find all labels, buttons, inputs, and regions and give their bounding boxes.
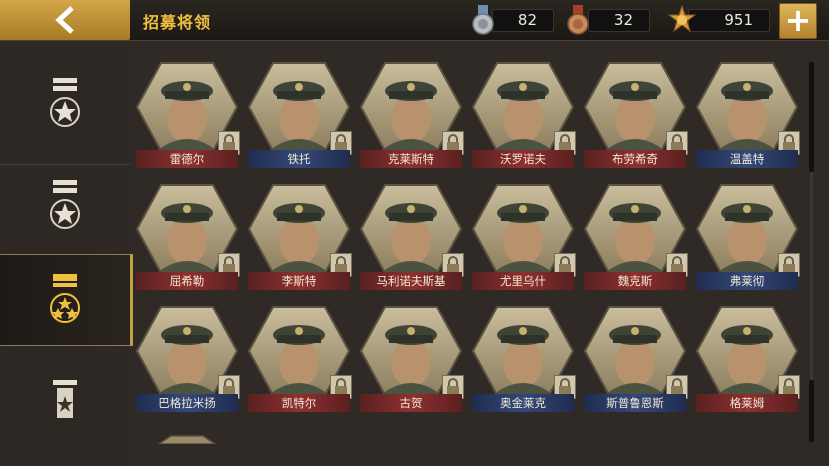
general-name: 凯特尔 bbox=[248, 394, 350, 412]
general-name: 雷德尔 bbox=[136, 150, 238, 168]
scrollbar-thumb[interactable] bbox=[809, 62, 814, 172]
rank-tab-4[interactable] bbox=[0, 359, 130, 449]
bronze-medal-icon bbox=[567, 5, 589, 35]
rank-tab-3[interactable] bbox=[0, 254, 133, 346]
general-name: 李斯特 bbox=[248, 272, 350, 290]
general-name: 沃罗诺夫 bbox=[472, 150, 574, 168]
single-star-badge-icon bbox=[53, 380, 77, 418]
top-bar: 招募将领 82 32 951 + bbox=[0, 0, 829, 41]
general-name: 奥金莱克 bbox=[472, 394, 574, 412]
general-name: 巴格拉米扬 bbox=[136, 394, 238, 412]
general-card[interactable]: 马利诺夫斯基 bbox=[359, 183, 464, 291]
general-name: 古贺 bbox=[360, 394, 462, 412]
general-card[interactable]: 铁托 bbox=[247, 61, 352, 169]
general-card[interactable]: 屈希勒 bbox=[135, 183, 240, 291]
three-star-badge-icon bbox=[50, 274, 80, 323]
general-card[interactable]: 魏克斯 bbox=[583, 183, 688, 291]
general-card[interactable]: 奥金莱克 bbox=[471, 305, 576, 413]
silver-medal-icon bbox=[472, 5, 494, 35]
general-name: 克莱斯特 bbox=[360, 150, 462, 168]
general-name: 弗莱彻 bbox=[696, 272, 798, 290]
back-button[interactable] bbox=[0, 0, 130, 40]
general-name: 布劳希奇 bbox=[584, 150, 686, 168]
general-card-partial bbox=[156, 429, 218, 448]
general-card[interactable]: 斯普鲁恩斯 bbox=[583, 305, 688, 413]
general-card[interactable]: 布劳希奇 bbox=[583, 61, 688, 169]
general-name: 魏克斯 bbox=[584, 272, 686, 290]
resource-bronze-medal: 32 bbox=[588, 9, 650, 32]
star-wreath-badge-icon bbox=[50, 78, 80, 127]
general-name: 马利诺夫斯基 bbox=[360, 272, 462, 290]
chevron-left-icon bbox=[55, 6, 74, 34]
generals-grid: 雷德尔 铁托 克莱斯特 沃罗诺夫 布劳希奇 温盖特屈希勒 李斯特 马利诺夫斯基 尤里乌什 魏克斯弗… bbox=[130, 41, 810, 466]
gold-star-badge-icon bbox=[668, 5, 696, 33]
add-resource-button[interactable]: + bbox=[779, 1, 817, 39]
general-card[interactable]: 格莱姆 bbox=[695, 305, 800, 413]
general-card[interactable]: 凯特尔 bbox=[247, 305, 352, 413]
rank-tab-2[interactable] bbox=[0, 161, 130, 251]
general-name: 温盖特 bbox=[696, 150, 798, 168]
resource-silver-medal: 82 bbox=[492, 9, 554, 32]
general-card[interactable]: 雷德尔 bbox=[135, 61, 240, 169]
general-name: 斯普鲁恩斯 bbox=[584, 394, 686, 412]
general-card[interactable]: 李斯特 bbox=[247, 183, 352, 291]
resource-value: 951 bbox=[724, 11, 753, 29]
general-card[interactable]: 沃罗诺夫 bbox=[471, 61, 576, 169]
page-title: 招募将领 bbox=[143, 13, 212, 32]
general-card[interactable]: 弗莱彻 bbox=[695, 183, 800, 291]
general-card[interactable]: 巴格拉米扬 bbox=[135, 305, 240, 413]
resource-gold-badge: 951 bbox=[688, 9, 770, 32]
general-card[interactable]: 克莱斯特 bbox=[359, 61, 464, 169]
scrollbar-thumb-lower bbox=[809, 380, 814, 442]
general-name: 尤里乌什 bbox=[472, 272, 574, 290]
star-wreath-badge-icon bbox=[50, 180, 80, 229]
general-name: 屈希勒 bbox=[136, 272, 238, 290]
resource-value: 82 bbox=[517, 11, 537, 29]
general-card[interactable]: 古贺 bbox=[359, 305, 464, 413]
general-name: 铁托 bbox=[248, 150, 350, 168]
rank-tab-1[interactable] bbox=[0, 59, 130, 149]
resource-value: 32 bbox=[613, 11, 633, 29]
general-card[interactable]: 温盖特 bbox=[695, 61, 800, 169]
general-name: 格莱姆 bbox=[696, 394, 798, 412]
plus-icon: + bbox=[784, 1, 812, 39]
general-card[interactable]: 尤里乌什 bbox=[471, 183, 576, 291]
rank-sidebar bbox=[0, 41, 133, 466]
